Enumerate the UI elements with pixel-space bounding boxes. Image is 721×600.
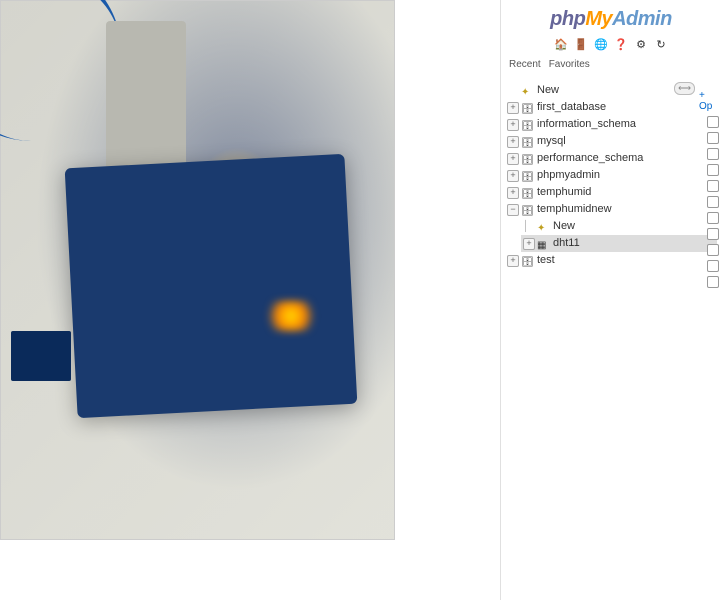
settings-icon[interactable]: ⚙: [634, 37, 648, 51]
db-item-temphumid[interactable]: + 🗄 temphumid: [505, 184, 717, 201]
db-label: information_schema: [537, 117, 636, 132]
expand-icon[interactable]: +: [523, 238, 535, 250]
database-icon: 🗄: [521, 204, 535, 216]
options-link[interactable]: + Op: [699, 90, 719, 112]
row-checkbox[interactable]: [707, 196, 719, 208]
logo-php: php: [550, 8, 585, 30]
row-checkbox[interactable]: [707, 276, 719, 288]
logo-my: My: [585, 8, 612, 30]
db-item-first-database[interactable]: + 🗄 first_database: [505, 99, 717, 116]
tree-spacer: [507, 85, 519, 97]
database-icon: 🗄: [521, 255, 535, 267]
db-item-phpmyadmin[interactable]: + 🗄 phpmyadmin: [505, 167, 717, 184]
row-checkbox[interactable]: [707, 180, 719, 192]
toolbar: 🏠 🚪 🌐 ❓ ⚙ ↻: [501, 35, 721, 57]
right-edge-controls: + Op: [699, 90, 721, 288]
db-item-performance-schema[interactable]: + 🗄 performance_schema: [505, 150, 717, 167]
db-children-temphumidnew: │ ✦ New + ▦ dht11: [505, 218, 717, 252]
row-checkbox[interactable]: [707, 116, 719, 128]
db-label: performance_schema: [537, 151, 643, 166]
row-checkbox[interactable]: [707, 260, 719, 272]
expand-icon[interactable]: +: [507, 119, 519, 131]
db-label: mysql: [537, 134, 566, 149]
db-label: first_database: [537, 100, 606, 115]
tab-favorites[interactable]: Favorites: [549, 59, 590, 70]
new-icon: ✦: [521, 85, 535, 97]
row-checkbox[interactable]: [707, 164, 719, 176]
dht11-sensor: [11, 331, 71, 381]
db-label: temphumidnew: [537, 202, 612, 217]
tree-line: │: [523, 219, 535, 234]
new-table[interactable]: │ ✦ New: [521, 218, 717, 235]
logo-admin: Admin: [612, 8, 672, 30]
new-table-label: New: [553, 219, 575, 234]
db-item-test[interactable]: + 🗄 test: [505, 252, 717, 269]
row-checkbox[interactable]: [707, 212, 719, 224]
phpmyadmin-sidebar: phpMyAdmin 🏠 🚪 🌐 ❓ ⚙ ↻ Recent Favorites …: [500, 0, 721, 600]
database-icon: 🗄: [521, 187, 535, 199]
db-tree: ✦ New + 🗄 first_database + 🗄 information…: [501, 72, 721, 600]
photo-bg: [1, 1, 394, 539]
docs-icon[interactable]: ❓: [614, 37, 628, 51]
table-label: dht11: [553, 236, 580, 251]
database-icon: 🗄: [521, 136, 535, 148]
row-checkbox[interactable]: [707, 228, 719, 240]
database-icon: 🗄: [521, 153, 535, 165]
usb-cable: [0, 0, 121, 141]
row-checkbox[interactable]: [707, 132, 719, 144]
ethernet-jack: [106, 21, 186, 171]
query-icon[interactable]: 🌐: [594, 37, 608, 51]
led-glow: [261, 301, 321, 331]
expand-icon[interactable]: +: [507, 170, 519, 182]
row-checkbox[interactable]: [707, 148, 719, 160]
expand-icon[interactable]: +: [507, 136, 519, 148]
expand-icon[interactable]: +: [507, 102, 519, 114]
home-icon[interactable]: 🏠: [554, 37, 568, 51]
table-item-dht11[interactable]: + ▦ dht11: [521, 235, 717, 252]
expand-icon[interactable]: +: [507, 255, 519, 267]
database-icon: 🗄: [521, 102, 535, 114]
db-label: test: [537, 253, 555, 268]
collapse-button[interactable]: ⟷: [674, 82, 695, 95]
expand-icon[interactable]: +: [507, 187, 519, 199]
database-icon: 🗄: [521, 170, 535, 182]
hardware-photo: [0, 0, 395, 540]
table-icon: ▦: [537, 238, 551, 250]
logout-icon[interactable]: 🚪: [574, 37, 588, 51]
collapse-icon[interactable]: −: [507, 204, 519, 216]
db-label: phpmyadmin: [537, 168, 600, 183]
db-item-mysql[interactable]: + 🗄 mysql: [505, 133, 717, 150]
reload-icon[interactable]: ↻: [654, 37, 668, 51]
tab-recent[interactable]: Recent: [509, 59, 541, 70]
new-label: New: [537, 83, 559, 98]
db-item-temphumidnew[interactable]: − 🗄 temphumidnew: [505, 201, 717, 218]
expand-icon[interactable]: +: [507, 153, 519, 165]
database-icon: 🗄: [521, 119, 535, 131]
gap: [395, 0, 500, 600]
db-label: temphumid: [537, 185, 591, 200]
db-item-information-schema[interactable]: + 🗄 information_schema: [505, 116, 717, 133]
pma-logo: phpMyAdmin: [501, 0, 721, 35]
nav-tabs: Recent Favorites: [501, 57, 721, 72]
new-icon: ✦: [537, 221, 551, 233]
arduino-board: [65, 154, 358, 418]
row-checkbox[interactable]: [707, 244, 719, 256]
